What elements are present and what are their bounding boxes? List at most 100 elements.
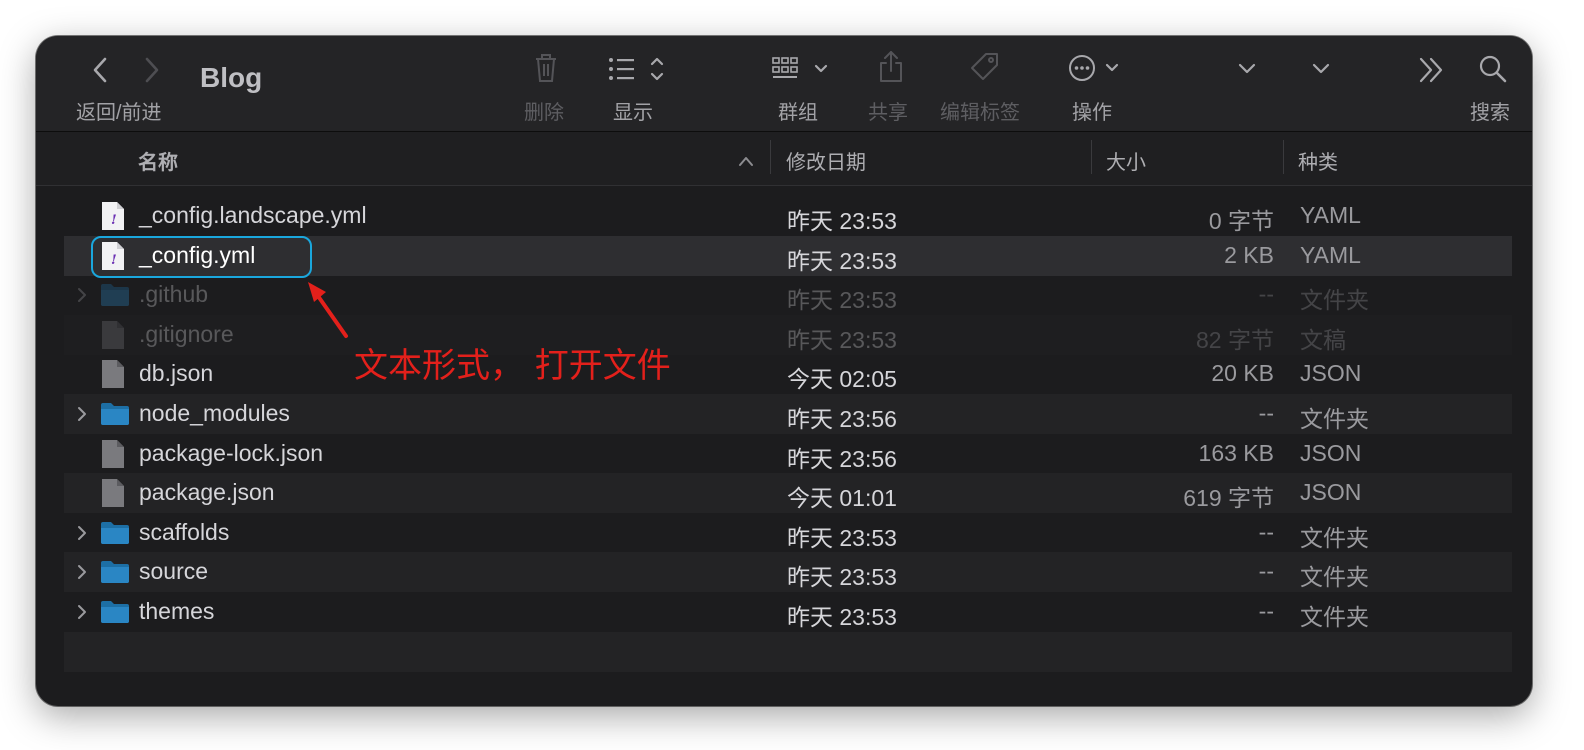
file-row[interactable]: package-lock.json 昨天 23:56 163 KB JSON	[64, 434, 1512, 474]
action-label: 操作	[1072, 102, 1112, 124]
file-kind: JSON	[1300, 479, 1362, 506]
disclosure-chevron-icon[interactable]	[76, 287, 88, 308]
folder-icon	[100, 518, 130, 551]
file-name: _config.landscape.yml	[139, 202, 367, 228]
trash-icon	[536, 54, 556, 82]
delete-button[interactable]	[534, 52, 558, 84]
toolbar: 返回/前进 Blog 删除 显示 群组 共享 编辑标签 操作 搜索	[36, 36, 1532, 132]
file-kind: YAML	[1300, 202, 1361, 228]
column-kind-header[interactable]: 种类	[1298, 146, 1338, 175]
document-file-icon	[100, 359, 126, 394]
file-size: 0 字节	[1208, 208, 1274, 234]
file-size: --	[1258, 400, 1274, 426]
list-view-icon	[609, 57, 664, 81]
file-date: 今天 02:05	[787, 366, 897, 393]
file-size: --	[1258, 281, 1274, 308]
column-divider[interactable]	[1091, 140, 1092, 174]
finder-window: 返回/前进 Blog 删除 显示 群组 共享 编辑标签 操作 搜索 名称 修改日…	[36, 36, 1532, 706]
disclosure-chevron-icon[interactable]	[76, 564, 88, 585]
file-size: --	[1258, 558, 1274, 585]
file-row[interactable]: ! _config.landscape.yml 昨天 23:53 0 字节 YAML	[64, 196, 1512, 236]
annotation-text: 文本形式， 打开文件	[354, 346, 671, 386]
file-name: .github	[139, 281, 209, 308]
file-size: 20 KB	[1211, 360, 1274, 387]
view-label: 显示	[613, 102, 653, 124]
back-forward-label: 返回/前进	[76, 102, 162, 124]
view-button[interactable]	[608, 56, 668, 84]
disclosure-chevron-icon[interactable]	[76, 525, 88, 546]
tag-icon	[971, 53, 998, 80]
grid-group-icon	[772, 57, 828, 78]
file-kind: JSON	[1300, 360, 1362, 387]
file-row[interactable]: .gitignore 昨天 23:53 82 字节 文稿	[64, 314, 1512, 355]
disclosure-chevron-icon[interactable]	[76, 604, 88, 625]
file-kind: 文件夹	[1300, 406, 1369, 432]
folder-icon	[100, 399, 130, 432]
forward-button[interactable]	[142, 56, 162, 84]
dropdown-button-1[interactable]	[1238, 62, 1256, 76]
file-name: themes	[139, 598, 215, 624]
sort-ascending-icon[interactable]	[738, 150, 754, 173]
share-label: 共享	[868, 102, 908, 124]
file-row[interactable]: db.json 今天 02:05 20 KB JSON	[64, 354, 1512, 394]
folder-icon	[100, 597, 130, 630]
svg-text:!: !	[111, 213, 117, 228]
file-size: 619 字节	[1183, 485, 1274, 512]
search-button[interactable]	[1478, 54, 1508, 84]
file-date: 昨天 23:53	[787, 326, 897, 353]
file-name: .gitignore	[139, 320, 234, 347]
search-label: 搜索	[1470, 102, 1510, 124]
file-size: --	[1258, 598, 1274, 624]
file-date: 昨天 23:53	[787, 524, 897, 551]
file-kind: YAML	[1300, 241, 1361, 268]
file-date: 今天 01:01	[787, 485, 897, 512]
folder-row[interactable]: node_modules 昨天 23:56 -- 文件夹	[64, 394, 1512, 434]
file-size: 82 字节	[1196, 326, 1274, 353]
annotation-arrow-icon	[308, 282, 348, 338]
document-file-icon	[100, 478, 126, 513]
group-button[interactable]	[772, 56, 834, 84]
folder-row[interactable]: scaffolds 昨天 23:53 -- 文件夹	[64, 513, 1512, 553]
file-row[interactable]: package.json 今天 01:01 619 字节 JSON	[64, 473, 1512, 514]
file-size: 2 KB	[1224, 241, 1274, 268]
file-date: 昨天 23:53	[787, 287, 897, 314]
more-toolbar-button[interactable]	[1418, 56, 1446, 84]
file-date: 昨天 23:53	[787, 604, 897, 630]
magnifier-icon	[1479, 55, 1507, 83]
chevron-down-icon	[1238, 63, 1256, 74]
folder-row[interactable]: source 昨天 23:53 -- 文件夹	[64, 552, 1512, 593]
file-date: 昨天 23:56	[787, 445, 897, 472]
file-name: source	[139, 558, 209, 585]
folder-row[interactable]: themes 昨天 23:53 -- 文件夹	[64, 592, 1512, 632]
file-name: package-lock.json	[139, 439, 324, 466]
action-button[interactable]	[1068, 54, 1128, 84]
file-date: 昨天 23:53	[787, 247, 897, 274]
disclosure-chevron-icon[interactable]	[76, 406, 88, 427]
file-kind: 文件夹	[1300, 604, 1369, 630]
tags-button[interactable]	[970, 52, 1000, 82]
file-kind: 文件夹	[1300, 524, 1369, 551]
yaml-file-icon: !	[100, 201, 126, 236]
share-icon	[880, 51, 902, 82]
column-date-header[interactable]: 修改日期	[786, 146, 866, 175]
chevron-left-icon	[93, 57, 107, 83]
column-size-header[interactable]: 大小	[1106, 146, 1146, 175]
file-kind: 文件夹	[1300, 564, 1369, 591]
column-header: 名称 修改日期 大小 种类	[36, 132, 1532, 186]
back-button[interactable]	[90, 56, 110, 84]
delete-label: 删除	[524, 102, 564, 124]
chevron-down-icon	[1312, 63, 1330, 74]
file-kind: JSON	[1300, 439, 1362, 466]
share-button[interactable]	[878, 50, 904, 84]
dropdown-button-2[interactable]	[1312, 62, 1330, 76]
file-date: 昨天 23:53	[787, 208, 897, 234]
document-file-icon	[100, 320, 126, 355]
chevron-right-icon	[145, 57, 159, 83]
folder-row[interactable]: .github 昨天 23:53 -- 文件夹	[64, 275, 1512, 315]
file-name: scaffolds	[139, 518, 230, 545]
column-divider[interactable]	[1283, 140, 1284, 174]
file-name: node_modules	[139, 400, 290, 426]
file-kind: 文稿	[1300, 326, 1346, 353]
column-divider[interactable]	[770, 140, 771, 174]
column-name-header[interactable]: 名称	[138, 146, 178, 175]
